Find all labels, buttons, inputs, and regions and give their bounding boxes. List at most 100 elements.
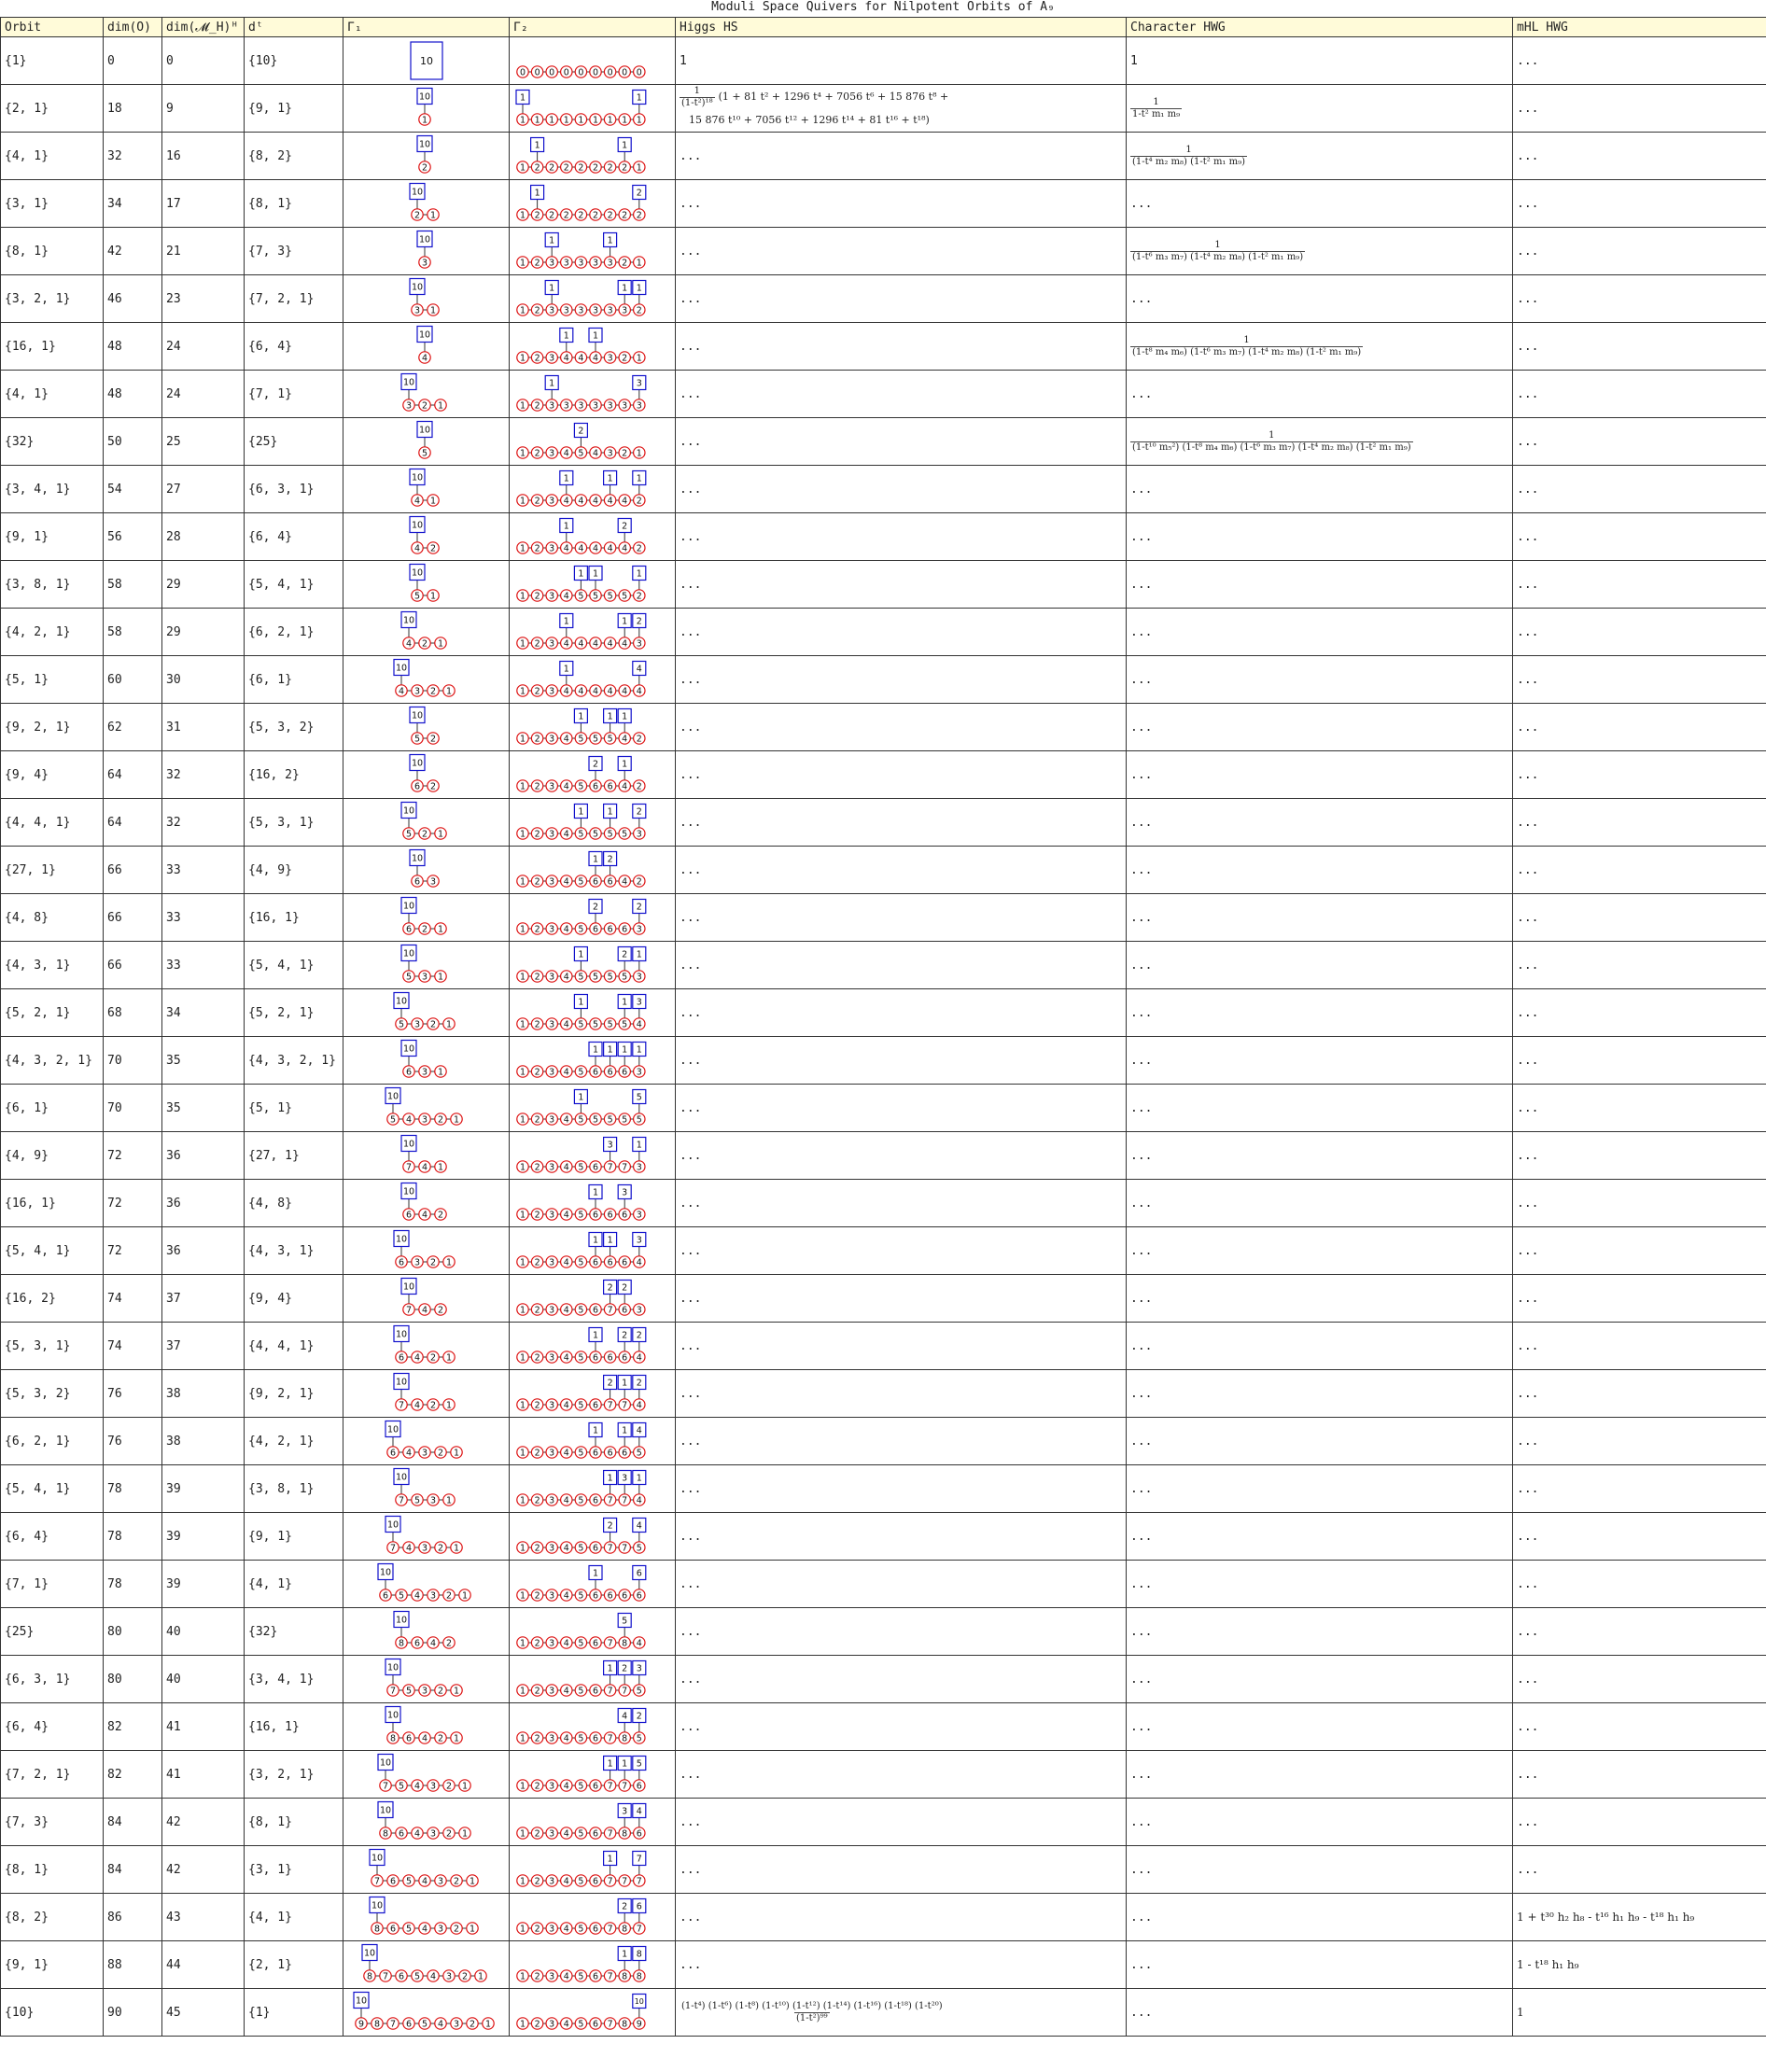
dim-higgs-cell: 36 <box>161 1226 245 1275</box>
gauge-node: 7 <box>394 1493 408 1506</box>
gauge-node: 3 <box>574 303 588 316</box>
svg-text:3: 3 <box>413 305 419 315</box>
dim-higgs-cell: 35 <box>161 1036 245 1085</box>
gauge-node: 5 <box>618 827 631 840</box>
svg-text:3: 3 <box>422 1448 427 1458</box>
gauge-node: 1 <box>516 779 529 792</box>
gauge-node: 2 <box>434 1208 447 1221</box>
quiver-1-diagram: 104 3 2 1 <box>392 658 456 697</box>
svg-text:1: 1 <box>535 115 540 125</box>
svg-text:2: 2 <box>535 305 540 315</box>
gauge-node: 5 <box>603 970 617 983</box>
gauge-node: 1 <box>442 1351 456 1364</box>
svg-text:1: 1 <box>535 140 540 150</box>
svg-text:2: 2 <box>429 1019 435 1029</box>
gauge-node: 3 <box>418 1065 431 1078</box>
gauge-node: 5 <box>386 1113 399 1126</box>
gauge-node: 3 <box>574 256 588 269</box>
higgs-hs-cell: ... <box>675 1655 1127 1703</box>
svg-text:2: 2 <box>535 1400 540 1410</box>
svg-text:5: 5 <box>578 1828 583 1839</box>
svg-text:6: 6 <box>637 1901 642 1911</box>
mhl-hwg-cell: ... <box>1512 1845 1766 1894</box>
svg-text:7: 7 <box>374 1876 380 1886</box>
gauge-node: 5 <box>574 827 588 840</box>
gauge-node: 3 <box>545 1208 558 1221</box>
flavor-node: 4 <box>617 1707 632 1724</box>
fraction-denominator: 1-t² m₁ m₉ <box>1130 107 1183 119</box>
gauge-node: 5 <box>402 827 415 840</box>
mhl-hwg-cell: ... <box>1512 1226 1766 1275</box>
table-row: {27, 1} 66 33 {4, 9} 10 6 3 1 2 1 2 3 4 5 6 6 4 2........… <box>0 846 1766 894</box>
gauge-node: 1 <box>603 113 617 126</box>
gauge-node: 5 <box>589 827 602 840</box>
dim-orbit-cell: 78 <box>103 1512 162 1561</box>
gauge-node: 3 <box>618 303 631 316</box>
svg-text:2: 2 <box>637 876 642 887</box>
svg-text:10: 10 <box>403 1139 414 1149</box>
gauge-node: 3 <box>426 1779 440 1792</box>
quiver-1-diagram: 106 2 <box>408 753 440 792</box>
table-row: {9, 2, 1} 62 31 {5, 3, 2} 10 5 2 1 1 1 1 2 3 4 5 5 5 4 2..… <box>0 703 1766 751</box>
gauge-node: 6 <box>589 1827 602 1840</box>
gauge-node: 1 <box>516 1731 529 1744</box>
svg-text:1: 1 <box>438 924 443 934</box>
character-hwg-cell: ... <box>1126 798 1513 847</box>
gauge-node: 2 <box>434 1541 447 1554</box>
svg-text:2: 2 <box>445 1828 451 1839</box>
svg-text:3: 3 <box>549 1019 554 1029</box>
fraction-numerator: 1 <box>1214 239 1221 250</box>
quiver-2-diagram: 1 1 1 11 2 3 4 5 6 6 6 3 <box>516 1041 647 1078</box>
svg-text:2: 2 <box>422 638 427 649</box>
gauge-node: 1 <box>516 2017 529 2030</box>
svg-text:1: 1 <box>520 1352 526 1363</box>
svg-text:7: 7 <box>608 1686 613 1696</box>
svg-text:1: 1 <box>470 1876 475 1886</box>
gauge-node: 3 <box>545 732 558 745</box>
gauge-node: 5 <box>589 1113 602 1126</box>
svg-text:3: 3 <box>549 1114 554 1125</box>
orbit-cell: {9, 1} <box>0 1940 104 1989</box>
table-row: {4, 9} 72 36 {27, 1} 10 7 4 1 3 1 1 2 3 4 5 6 7 7 3.......… <box>0 1131 1766 1180</box>
orbit-cell: {32} <box>0 417 104 466</box>
svg-text:10: 10 <box>635 1997 644 2006</box>
quiver-1-cell: 10 6 3 1 <box>343 1036 510 1085</box>
dim-orbit-cell: 78 <box>103 1464 162 1513</box>
character-hwg-cell: ... <box>1126 1845 1513 1894</box>
svg-text:10: 10 <box>387 1091 399 1101</box>
fraction-denominator: (1-t⁶ m₃ m₇) (1-t⁴ m₂ m₈) (1-t² m₁ m₉) <box>1130 250 1306 262</box>
dual-partition-cell: {6, 4} <box>244 322 343 371</box>
mhl-hwg-cell: ... <box>1512 1512 1766 1561</box>
table-row: {3, 1} 34 17 {8, 1} 10 2 1 1 2 1 2 2 2 2 2 2 2 2......... <box>0 179 1766 228</box>
svg-text:1: 1 <box>445 1400 451 1410</box>
svg-text:6: 6 <box>593 781 598 791</box>
table-row: {4, 3, 2, 1} 70 35 {4, 3, 2, 1} 10 6 3 1 1 1 1 1 1 2 3… <box>0 1036 1766 1085</box>
gauge-node: 7 <box>618 1684 631 1697</box>
dual-partition-cell: {8, 1} <box>244 179 343 228</box>
svg-text:4: 4 <box>406 638 412 649</box>
svg-text:1: 1 <box>637 258 642 268</box>
flavor-node: 10 <box>392 1229 410 1248</box>
quiver-1-cell: 10 2 <box>343 132 510 180</box>
svg-text:4: 4 <box>564 543 569 553</box>
gauge-node: 6 <box>386 1874 399 1887</box>
svg-text:1: 1 <box>461 1781 467 1791</box>
dim-orbit-cell: 80 <box>103 1655 162 1703</box>
flavor-node: 10 <box>632 1993 647 2009</box>
gauge-node: 2 <box>618 256 631 269</box>
svg-text:1: 1 <box>461 1828 467 1839</box>
svg-text:4: 4 <box>593 638 598 649</box>
quiver-1-cell: 10 3 2 1 <box>343 370 510 418</box>
flavor-node: 10 <box>400 896 417 915</box>
gauge-node: 6 <box>589 1589 602 1602</box>
gauge-node: 1 <box>516 1589 529 1602</box>
svg-text:6: 6 <box>637 1568 642 1578</box>
svg-text:6: 6 <box>608 1448 613 1458</box>
svg-text:1: 1 <box>637 473 642 483</box>
gauge-node: 4 <box>402 1541 415 1554</box>
svg-text:6: 6 <box>593 1210 598 1220</box>
gauge-node: 1 <box>516 1779 529 1792</box>
gauge-node: 3 <box>545 1113 558 1126</box>
svg-text:2: 2 <box>535 448 540 458</box>
gauge-node: 7 <box>618 1541 631 1554</box>
